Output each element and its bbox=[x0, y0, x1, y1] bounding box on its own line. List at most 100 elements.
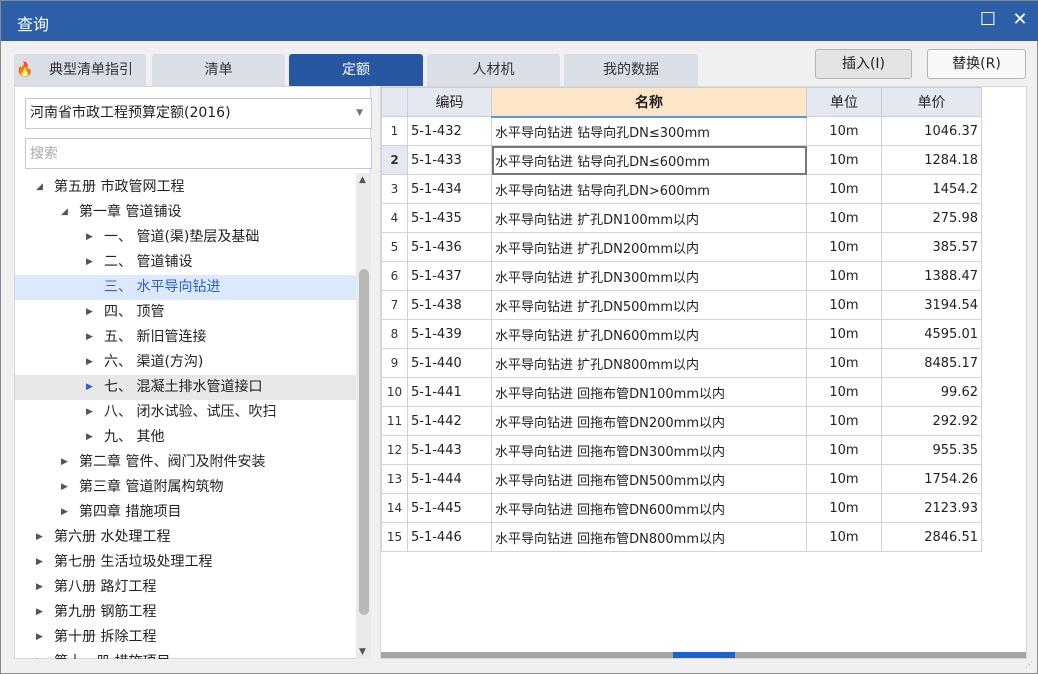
table-row[interactable]: 15 5-1-446 水平导向钻进 回拖布管DN800mm以内 10m 2846.51 bbox=[381, 522, 982, 552]
table-row[interactable]: 2 5-1-433 水平导向钻进 钻导向孔DN≤600mm 10m 1284.18 bbox=[381, 145, 982, 175]
row-number[interactable]: 4 bbox=[381, 203, 408, 233]
cell-name[interactable]: 水平导向钻进 回拖布管DN200mm以内 bbox=[491, 406, 807, 436]
tree-node[interactable]: ◢ 第一章 管道铺设 bbox=[15, 200, 356, 225]
row-number[interactable]: 14 bbox=[381, 493, 408, 523]
tree-node[interactable]: ▶ 一、 管道(渠)垫层及基础 bbox=[15, 225, 356, 250]
cell-price[interactable]: 8485.17 bbox=[881, 348, 982, 378]
cell-unit[interactable]: 10m bbox=[806, 348, 882, 378]
tree-node[interactable]: ▶ 七、 混凝土排水管道接口 bbox=[15, 375, 356, 400]
cell-unit[interactable]: 10m bbox=[806, 319, 882, 349]
tree-node[interactable]: ▶ 九、 其他 bbox=[15, 425, 356, 450]
expand-arrow-icon[interactable]: ▶ bbox=[36, 625, 43, 650]
tab-my-data[interactable]: 我的数据 bbox=[564, 54, 698, 86]
scroll-up-icon[interactable]: ▲ bbox=[359, 175, 366, 185]
cell-name[interactable]: 水平导向钻进 回拖布管DN300mm以内 bbox=[491, 435, 807, 465]
row-number[interactable]: 15 bbox=[381, 522, 408, 552]
cell-name[interactable]: 水平导向钻进 扩孔DN100mm以内 bbox=[491, 203, 807, 233]
row-number[interactable]: 2 bbox=[381, 145, 408, 175]
cell-name[interactable]: 水平导向钻进 钻导向孔DN>600mm bbox=[491, 174, 807, 204]
resize-grip-icon[interactable]: ⋰ bbox=[1025, 660, 1033, 669]
cell-code[interactable]: 5-1-433 bbox=[407, 145, 492, 175]
table-row[interactable]: 10 5-1-441 水平导向钻进 回拖布管DN100mm以内 10m 99.62 bbox=[381, 377, 982, 407]
row-number[interactable]: 8 bbox=[381, 319, 408, 349]
cell-price[interactable]: 1754.26 bbox=[881, 464, 982, 494]
table-row[interactable]: 8 5-1-439 水平导向钻进 扩孔DN600mm以内 10m 4595.01 bbox=[381, 319, 982, 349]
tree-node[interactable]: ▶ 第十一册 措施项目 bbox=[15, 650, 356, 659]
row-number[interactable]: 1 bbox=[381, 116, 408, 146]
cell-code[interactable]: 5-1-440 bbox=[407, 348, 492, 378]
cell-name[interactable]: 水平导向钻进 钻导向孔DN≤300mm bbox=[491, 116, 807, 146]
table-row[interactable]: 4 5-1-435 水平导向钻进 扩孔DN100mm以内 10m 275.98 bbox=[381, 203, 982, 233]
cell-name[interactable]: 水平导向钻进 钻导向孔DN≤600mm bbox=[491, 145, 807, 175]
cell-code[interactable]: 5-1-444 bbox=[407, 464, 492, 494]
table-row[interactable]: 1 5-1-432 水平导向钻进 钻导向孔DN≤300mm 10m 1046.37 bbox=[381, 116, 982, 146]
cell-unit[interactable]: 10m bbox=[806, 290, 882, 320]
tree-node[interactable]: ◢ 第五册 市政管网工程 bbox=[15, 175, 356, 200]
cell-name[interactable]: 水平导向钻进 回拖布管DN100mm以内 bbox=[491, 377, 807, 407]
cell-price[interactable]: 275.98 bbox=[881, 203, 982, 233]
tree-node[interactable]: ▶ 二、 管道铺设 bbox=[15, 250, 356, 275]
collapse-arrow-icon[interactable]: ◢ bbox=[36, 175, 43, 200]
cell-price[interactable]: 1046.37 bbox=[881, 116, 982, 146]
cell-code[interactable]: 5-1-443 bbox=[407, 435, 492, 465]
row-number[interactable]: 6 bbox=[381, 261, 408, 291]
cell-code[interactable]: 5-1-434 bbox=[407, 174, 492, 204]
expand-arrow-icon[interactable]: ▶ bbox=[86, 300, 93, 325]
expand-arrow-icon[interactable]: ▶ bbox=[61, 450, 68, 475]
expand-arrow-icon[interactable]: ▶ bbox=[36, 650, 43, 659]
cell-price[interactable]: 955.35 bbox=[881, 435, 982, 465]
table-row[interactable]: 3 5-1-434 水平导向钻进 钻导向孔DN>600mm 10m 1454.2 bbox=[381, 174, 982, 204]
expand-arrow-icon[interactable]: ▶ bbox=[86, 425, 93, 450]
expand-arrow-icon[interactable]: ▶ bbox=[86, 250, 93, 275]
cell-price[interactable]: 2846.51 bbox=[881, 522, 982, 552]
row-number[interactable]: 12 bbox=[381, 435, 408, 465]
cell-name[interactable]: 水平导向钻进 扩孔DN800mm以内 bbox=[491, 348, 807, 378]
cell-price[interactable]: 4595.01 bbox=[881, 319, 982, 349]
tree-node[interactable]: ▶ 第二章 管件、阀门及附件安装 bbox=[15, 450, 356, 475]
cell-unit[interactable]: 10m bbox=[806, 203, 882, 233]
tree-node[interactable]: ▶ 五、 新旧管连接 bbox=[15, 325, 356, 350]
cell-name[interactable]: 水平导向钻进 回拖布管DN600mm以内 bbox=[491, 493, 807, 523]
tree-node[interactable]: ▶ 第四章 措施项目 bbox=[15, 500, 356, 525]
table-row[interactable]: 13 5-1-444 水平导向钻进 回拖布管DN500mm以内 10m 1754.26 bbox=[381, 464, 982, 494]
tree-node[interactable]: 三、 水平导向钻进 bbox=[15, 275, 356, 300]
scroll-thumb[interactable] bbox=[673, 652, 735, 658]
scroll-thumb[interactable] bbox=[359, 269, 369, 615]
cell-unit[interactable]: 10m bbox=[806, 232, 882, 262]
expand-arrow-icon[interactable]: ▶ bbox=[36, 575, 43, 600]
table-row[interactable]: 11 5-1-442 水平导向钻进 回拖布管DN200mm以内 10m 292.92 bbox=[381, 406, 982, 436]
row-number[interactable]: 5 bbox=[381, 232, 408, 262]
cell-code[interactable]: 5-1-441 bbox=[407, 377, 492, 407]
collapse-arrow-icon[interactable]: ◢ bbox=[61, 200, 68, 225]
cell-price[interactable]: 99.62 bbox=[881, 377, 982, 407]
cell-name[interactable]: 水平导向钻进 回拖布管DN500mm以内 bbox=[491, 464, 807, 494]
cell-code[interactable]: 5-1-432 bbox=[407, 116, 492, 146]
table-row[interactable]: 7 5-1-438 水平导向钻进 扩孔DN500mm以内 10m 3194.54 bbox=[381, 290, 982, 320]
tree-node[interactable]: ▶ 第九册 钢筋工程 bbox=[15, 600, 356, 625]
cell-unit[interactable]: 10m bbox=[806, 522, 882, 552]
cell-code[interactable]: 5-1-442 bbox=[407, 406, 492, 436]
cell-name[interactable]: 水平导向钻进 扩孔DN300mm以内 bbox=[491, 261, 807, 291]
cell-name[interactable]: 水平导向钻进 扩孔DN500mm以内 bbox=[491, 290, 807, 320]
cell-code[interactable]: 5-1-439 bbox=[407, 319, 492, 349]
expand-arrow-icon[interactable]: ▶ bbox=[36, 525, 43, 550]
column-header-unit[interactable]: 单位 bbox=[806, 87, 882, 117]
close-icon[interactable]: ✕ bbox=[1009, 9, 1031, 31]
tree-node[interactable]: ▶ 第七册 生活垃圾处理工程 bbox=[15, 550, 356, 575]
cell-name[interactable]: 水平导向钻进 扩孔DN200mm以内 bbox=[491, 232, 807, 262]
cell-code[interactable]: 5-1-446 bbox=[407, 522, 492, 552]
tree-node[interactable]: ▶ 六、 渠道(方沟) bbox=[15, 350, 356, 375]
table-row[interactable]: 14 5-1-445 水平导向钻进 回拖布管DN600mm以内 10m 2123.93 bbox=[381, 493, 982, 523]
search-input[interactable] bbox=[25, 138, 372, 169]
expand-arrow-icon[interactable]: ▶ bbox=[86, 325, 93, 350]
tree-node[interactable]: ▶ 四、 顶管 bbox=[15, 300, 356, 325]
replace-button[interactable]: 替换(R) bbox=[927, 49, 1026, 79]
cell-code[interactable]: 5-1-435 bbox=[407, 203, 492, 233]
table-row[interactable]: 5 5-1-436 水平导向钻进 扩孔DN200mm以内 10m 385.57 bbox=[381, 232, 982, 262]
row-number[interactable]: 9 bbox=[381, 348, 408, 378]
tree-node[interactable]: ▶ 第三章 管道附属构筑物 bbox=[15, 475, 356, 500]
cell-unit[interactable]: 10m bbox=[806, 493, 882, 523]
cell-unit[interactable]: 10m bbox=[806, 377, 882, 407]
row-number[interactable]: 7 bbox=[381, 290, 408, 320]
table-row[interactable]: 12 5-1-443 水平导向钻进 回拖布管DN300mm以内 10m 955.35 bbox=[381, 435, 982, 465]
